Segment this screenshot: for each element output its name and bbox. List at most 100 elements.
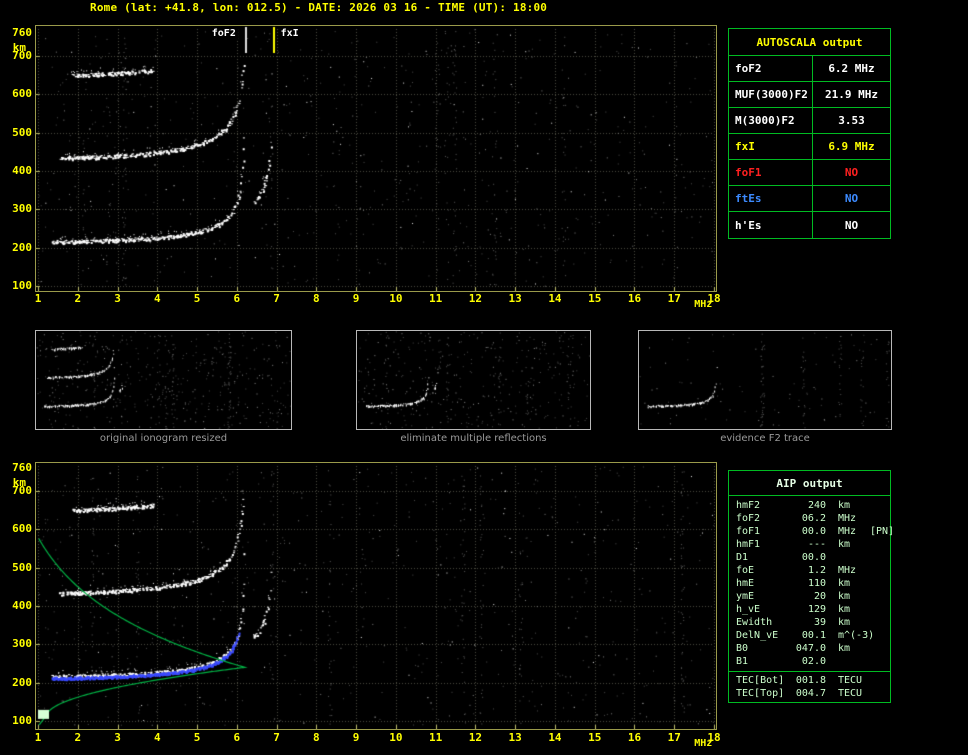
thumbnail-original-caption: original ionogram resized (99, 433, 228, 444)
aip-param-extra: [PN] (870, 526, 895, 537)
autoscala-row-foF2: foF2 6.2 MHz (729, 56, 890, 82)
autoscala-param-value: 6.2 MHz (828, 62, 875, 75)
aip-row-hmF2: hmF2 240 km (729, 499, 890, 512)
aip-table-tec-rows: TEC[Bot] 001.8 TECU TEC[Top] 004.7 TECU (729, 671, 890, 702)
x-tick-label: 1 (34, 292, 42, 305)
x-tick-label: 7 (273, 731, 280, 744)
autoscala-param-label: ftEs (729, 186, 813, 211)
y-tick-label: 600 (12, 522, 32, 536)
aip-row-D1: D1 00.0 (729, 551, 890, 564)
autoscala-param-label: h'Es (729, 212, 813, 238)
x-tick-label: 13 (508, 292, 522, 305)
aip-param-name: hmE (736, 578, 755, 589)
aip-row-Ewidth: Ewidth 39 km (729, 616, 890, 629)
aip-param-name: B1 (736, 656, 749, 667)
x-axis-unit: MHz (694, 738, 713, 749)
y-tick-label: 300 (12, 637, 32, 651)
y-tick-label: 600 (12, 87, 32, 101)
aip-table-title: AIP output (729, 471, 890, 496)
aip-param-value: 240 (807, 500, 826, 511)
y-tick-label: 400 (12, 599, 32, 612)
x-tick-label: 11 (429, 731, 443, 744)
aip-param-unit: TECU (838, 688, 863, 699)
aip-ionogram-x-axis: 1 2 3 4 5 6 7 8 9 10 11 12 13 14 15 16 17 18 MHz (35, 731, 736, 749)
aip-row-B1: B1 02.0 (729, 655, 890, 668)
x-tick-label: 1 (34, 731, 42, 744)
y-tick-label: 500 (12, 560, 32, 574)
aip-param-unit: MHz (838, 513, 857, 524)
x-tick-label: 17 (667, 292, 681, 305)
main-ionogram-x-axis: 1 2 3 4 5 6 7 8 9 10 11 12 13 14 15 16 17 18 MHz (35, 292, 736, 310)
aip-param-name: Ewidth (736, 617, 773, 628)
aip-param-name: hmF2 (736, 500, 761, 511)
x-tick-label: 14 (548, 731, 562, 744)
aip-param-unit: km (838, 500, 851, 511)
aip-row-DelN_vE: DelN_vE 00.1 m^(-3) (729, 629, 890, 642)
aip-param-unit: km (838, 617, 851, 628)
thumbnail-original-ionogram (35, 330, 292, 430)
autoscala-table-rows: foF2 6.2 MHz MUF(3000)F2 21.9 MHz M(3000)F2 3… (729, 56, 890, 238)
x-tick-label: 16 (627, 731, 642, 744)
y-tick-label: 200 (12, 240, 32, 254)
page-title: Rome (lat: +41.8, lon: 012.5) - DATE: 20… (90, 1, 548, 14)
x-tick-label: 10 (389, 292, 403, 305)
aip-param-name: TEC[Bot] (736, 675, 785, 686)
aip-row-hmE: hmE 110 km (729, 577, 890, 590)
aip-ionogram-y-axis: 760 700 600 500 400 300 200 100 km (6, 462, 32, 730)
autoscala-row-h'Es: h'Es NO (729, 212, 890, 238)
aip-param-value: --- (807, 539, 826, 550)
aip-row-TEC[Bot]: TEC[Bot] 001.8 TECU (729, 674, 890, 687)
y-tick-label: 100 (12, 714, 32, 727)
aip-param-value: 1.2 (807, 565, 826, 576)
x-tick-label: 2 (74, 292, 82, 305)
x-tick-label: 3 (114, 731, 121, 744)
main-ionogram-y-axis: 760 700 600 500 400 300 200 100 km (6, 25, 32, 292)
x-tick-label: 7 (273, 292, 280, 305)
y-axis-unit: km (12, 476, 26, 489)
aip-param-value: 02.0 (801, 656, 826, 667)
aip-row-B0: B0 047.0 km (729, 642, 890, 655)
aip-param-name: foF2 (736, 513, 761, 524)
x-tick-label: 14 (548, 292, 562, 305)
x-tick-label: 5 (193, 292, 201, 305)
aip-param-name: hmF1 (736, 539, 761, 550)
aip-param-name: foF1 (736, 526, 761, 537)
x-tick-label: 15 (588, 731, 602, 744)
aip-row-h_vE: h_vE 129 km (729, 603, 890, 616)
x-tick-label: 6 (233, 292, 241, 305)
aip-param-value: 001.8 (795, 675, 826, 686)
autoscala-screen: Rome (lat: +41.8, lon: 012.5) - DATE: 20… (0, 0, 968, 755)
aip-ionogram-canvas (35, 462, 717, 730)
aip-row-foF2: foF2 06.2 MHz (729, 512, 890, 525)
aip-table: AIP output hmF2 240 km foF2 06.2 MHz foF1 00.0 M… (728, 470, 895, 703)
x-tick-label: 2 (74, 731, 82, 744)
x-tick-label: 15 (588, 292, 602, 305)
aip-param-name: TEC[Top] (736, 688, 785, 699)
x-tick-label: 16 (627, 292, 642, 305)
x-tick-label: 12 (468, 731, 483, 744)
x-tick-label: 4 (153, 292, 161, 305)
aip-param-unit: km (838, 643, 851, 654)
y-tick-label: 100 (12, 279, 32, 292)
aip-param-value: 00.1 (801, 630, 826, 641)
autoscala-param-label: M(3000)F2 (729, 108, 813, 133)
thumbnail-evidence-caption: evidence F2 trace (720, 433, 810, 444)
x-tick-label: 5 (193, 731, 201, 744)
x-tick-label: 10 (389, 731, 403, 744)
aip-row-ymE: ymE 20 km (729, 590, 890, 603)
x-tick-label: 9 (352, 731, 360, 744)
aip-param-unit: m^(-3) (838, 630, 875, 641)
autoscala-row-MUF(3000)F2: MUF(3000)F2 21.9 MHz (729, 82, 890, 108)
aip-param-name: ymE (736, 591, 755, 602)
autoscala-table-title: AUTOSCALA output (729, 29, 890, 56)
thumbnail-eliminate-reflections (356, 330, 591, 430)
aip-param-value: 20 (813, 591, 826, 602)
aip-param-value: 00.0 (801, 552, 826, 563)
x-tick-label: 11 (429, 292, 443, 305)
aip-param-value: 39 (813, 617, 826, 628)
thumbnail-evidence-f2 (638, 330, 892, 430)
thumbnail-original-ionogram-canvas (35, 330, 292, 430)
aip-param-value: 110 (807, 578, 826, 589)
aip-param-unit: MHz (838, 526, 857, 537)
y-tick-label: 400 (12, 164, 32, 177)
